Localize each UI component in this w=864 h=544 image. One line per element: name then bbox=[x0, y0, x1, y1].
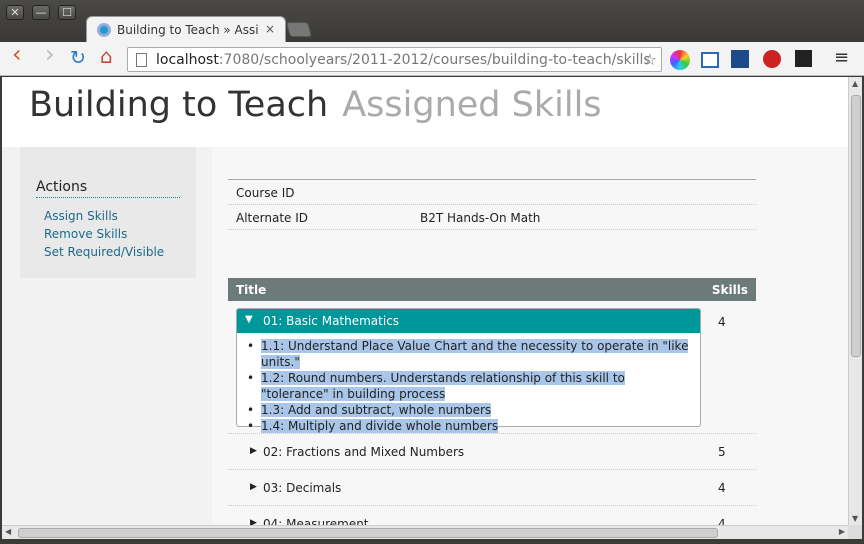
skill-group-row[interactable]: ▶ 02: Fractions and Mixed Numbers 5 bbox=[228, 434, 756, 470]
page-title: Building to Teach Assigned Skills bbox=[29, 85, 602, 125]
favicon-icon bbox=[97, 23, 111, 37]
horizontal-scrollbar[interactable]: ◀ ▶ bbox=[2, 525, 848, 539]
remove-skills-link[interactable]: Remove Skills bbox=[44, 227, 127, 241]
maximize-window-button[interactable]: ☐ bbox=[58, 5, 76, 20]
skill-group-label: 02: Fractions and Mixed Numbers bbox=[263, 445, 465, 459]
caret-right-icon: ▶ bbox=[250, 446, 257, 456]
page-subtitle: Assigned Skills bbox=[342, 85, 602, 125]
skills-table: Title Skills ▼ 01: Basic Mathematics 1.1… bbox=[228, 278, 756, 525]
address-bar[interactable]: localhost:7080/schoolyears/2011-2012/cou… bbox=[127, 47, 662, 72]
page-header: Building to Teach Assigned Skills bbox=[2, 77, 848, 147]
page-icon bbox=[136, 53, 147, 67]
info-row-course-id: Course ID bbox=[228, 180, 756, 205]
skill-group-row[interactable]: ▶ 04: Measurement 4 bbox=[228, 506, 756, 525]
window-titlebar: ✕ — ☐ Building to Teach » Assigned Skill… bbox=[0, 0, 864, 43]
forward-icon[interactable]: › bbox=[45, 42, 55, 66]
info-row-alternate-id: Alternate ID B2T Hands-On Math bbox=[228, 205, 756, 230]
scroll-up-icon[interactable]: ▲ bbox=[852, 79, 858, 88]
skill-group-label: 01: Basic Mathematics bbox=[263, 314, 400, 328]
column-header-title: Title bbox=[236, 283, 267, 297]
scroll-down-icon[interactable]: ▼ bbox=[852, 514, 858, 523]
assign-skills-link[interactable]: Assign Skills bbox=[44, 209, 118, 223]
actions-sidebar: Actions Assign Skills Remove Skills Set … bbox=[20, 147, 196, 278]
horizontal-scroll-thumb[interactable] bbox=[18, 528, 718, 538]
menu-icon[interactable]: ≡ bbox=[834, 49, 849, 67]
skills-table-header: Title Skills bbox=[228, 278, 756, 301]
back-icon[interactable]: ‹ bbox=[12, 42, 22, 66]
home-icon[interactable]: ⌂ bbox=[100, 46, 113, 66]
skill-item: 1.3: Add and subtract, whole numbers bbox=[245, 402, 693, 418]
minimize-window-button[interactable]: — bbox=[32, 5, 50, 20]
vertical-scroll-thumb[interactable] bbox=[851, 95, 861, 357]
main-content: Course ID Alternate ID B2T Hands-On Math… bbox=[212, 147, 848, 525]
scroll-left-icon[interactable]: ◀ bbox=[5, 527, 11, 536]
skill-count: 5 bbox=[718, 445, 726, 459]
caret-right-icon: ▶ bbox=[250, 518, 257, 525]
tab-close-icon[interactable]: × bbox=[265, 22, 275, 36]
skill-group-label: 04: Measurement bbox=[263, 517, 369, 525]
caret-down-icon: ▼ bbox=[245, 314, 253, 325]
skill-group-toggle[interactable]: ▼ 01: Basic Mathematics bbox=[237, 309, 700, 333]
skill-count: 4 bbox=[718, 481, 726, 495]
color-picker-extension-icon[interactable] bbox=[670, 50, 690, 70]
close-window-button[interactable]: ✕ bbox=[6, 5, 24, 20]
caret-right-icon: ▶ bbox=[250, 482, 257, 492]
set-required-visible-link[interactable]: Set Required/Visible bbox=[44, 245, 164, 259]
window-bottom-border bbox=[0, 539, 864, 544]
skill-item: 1.2: Round numbers. Understands relation… bbox=[245, 370, 693, 402]
skill-group-row[interactable]: ▶ 03: Decimals 4 bbox=[228, 470, 756, 506]
skill-item: 1.1: Understand Place Value Chart and th… bbox=[245, 338, 693, 370]
page-viewport: Building to Teach Assigned Skills Actions… bbox=[2, 77, 848, 525]
adblock-extension-icon[interactable] bbox=[763, 50, 781, 68]
tab-title: Building to Teach » Assigned Skills bbox=[117, 23, 259, 37]
course-info-table: Course ID Alternate ID B2T Hands-On Math bbox=[228, 179, 756, 230]
skill-item: 1.4: Multiply and divide whole numbers bbox=[245, 418, 693, 434]
url-text: localhost:7080/schoolyears/2011-2012/cou… bbox=[156, 52, 651, 68]
info-key: Course ID bbox=[236, 186, 295, 200]
scroll-right-icon[interactable]: ▶ bbox=[839, 527, 845, 536]
actions-heading: Actions bbox=[36, 179, 180, 198]
skill-list: 1.1: Understand Place Value Chart and th… bbox=[245, 338, 693, 434]
skill-group-row-expanded: ▼ 01: Basic Mathematics 1.1: Understand … bbox=[228, 301, 756, 434]
skill-count: 4 bbox=[718, 315, 726, 329]
skill-count: 4 bbox=[718, 517, 726, 525]
skill-group-label: 03: Decimals bbox=[263, 481, 342, 495]
bookmark-extension-icon[interactable] bbox=[731, 50, 749, 68]
help-extension-icon[interactable] bbox=[795, 50, 812, 67]
info-key: Alternate ID bbox=[236, 211, 308, 225]
reload-icon[interactable]: ↻ bbox=[70, 49, 86, 68]
skill-group-panel: ▼ 01: Basic Mathematics 1.1: Understand … bbox=[236, 308, 701, 434]
vertical-scrollbar[interactable]: ▲ ▼ bbox=[848, 77, 862, 525]
browser-tab[interactable]: Building to Teach » Assigned Skills × bbox=[86, 16, 286, 43]
new-tab-button[interactable] bbox=[285, 22, 313, 37]
info-value: B2T Hands-On Math bbox=[420, 211, 541, 225]
scrollbar-corner bbox=[848, 525, 862, 539]
column-header-skills: Skills bbox=[711, 283, 748, 297]
bookmark-star-icon[interactable]: ☆ bbox=[643, 50, 657, 69]
screenshot-extension-icon[interactable] bbox=[701, 52, 719, 68]
